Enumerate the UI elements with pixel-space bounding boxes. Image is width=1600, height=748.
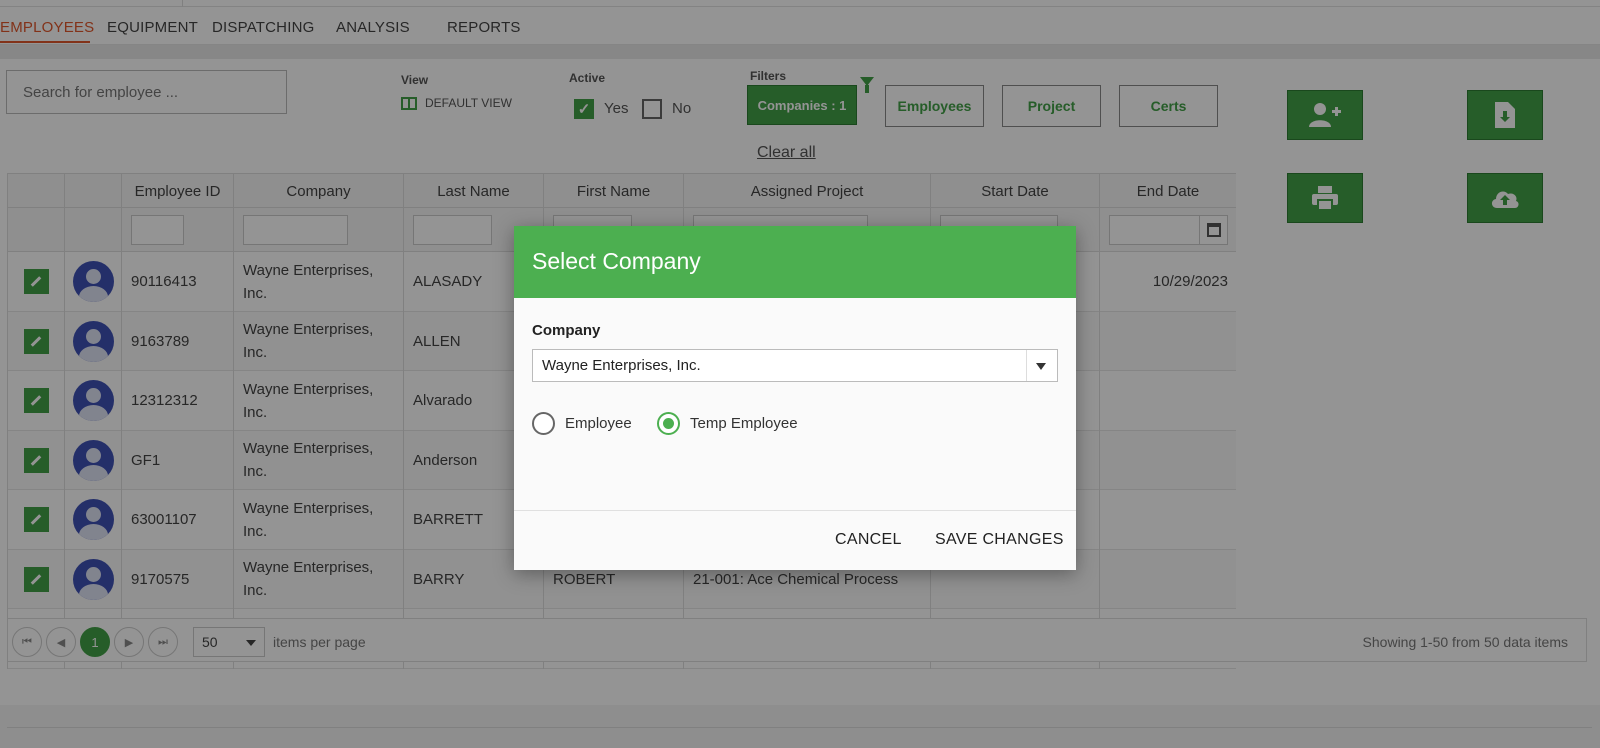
company-select-value: Wayne Enterprises, Inc.: [542, 357, 701, 374]
dialog-footer: CANCEL SAVE CHANGES: [514, 511, 1076, 569]
employee-radio[interactable]: [532, 412, 555, 435]
cancel-button[interactable]: CANCEL: [835, 531, 902, 549]
select-divider: [1026, 350, 1027, 381]
company-field-label: Company: [532, 322, 601, 339]
dialog-title: Select Company: [514, 226, 1076, 298]
chevron-down-icon: [1036, 363, 1046, 370]
temp-employee-radio[interactable]: [657, 412, 680, 435]
save-changes-button[interactable]: SAVE CHANGES: [935, 531, 1064, 549]
company-select[interactable]: Wayne Enterprises, Inc.: [532, 349, 1058, 382]
temp-employee-radio-label[interactable]: Temp Employee: [690, 415, 798, 432]
select-company-dialog: Select Company Company Wayne Enterprises…: [514, 226, 1076, 570]
employee-radio-label[interactable]: Employee: [565, 415, 632, 432]
dialog-body: Company Wayne Enterprises, Inc. Employee…: [514, 298, 1076, 511]
